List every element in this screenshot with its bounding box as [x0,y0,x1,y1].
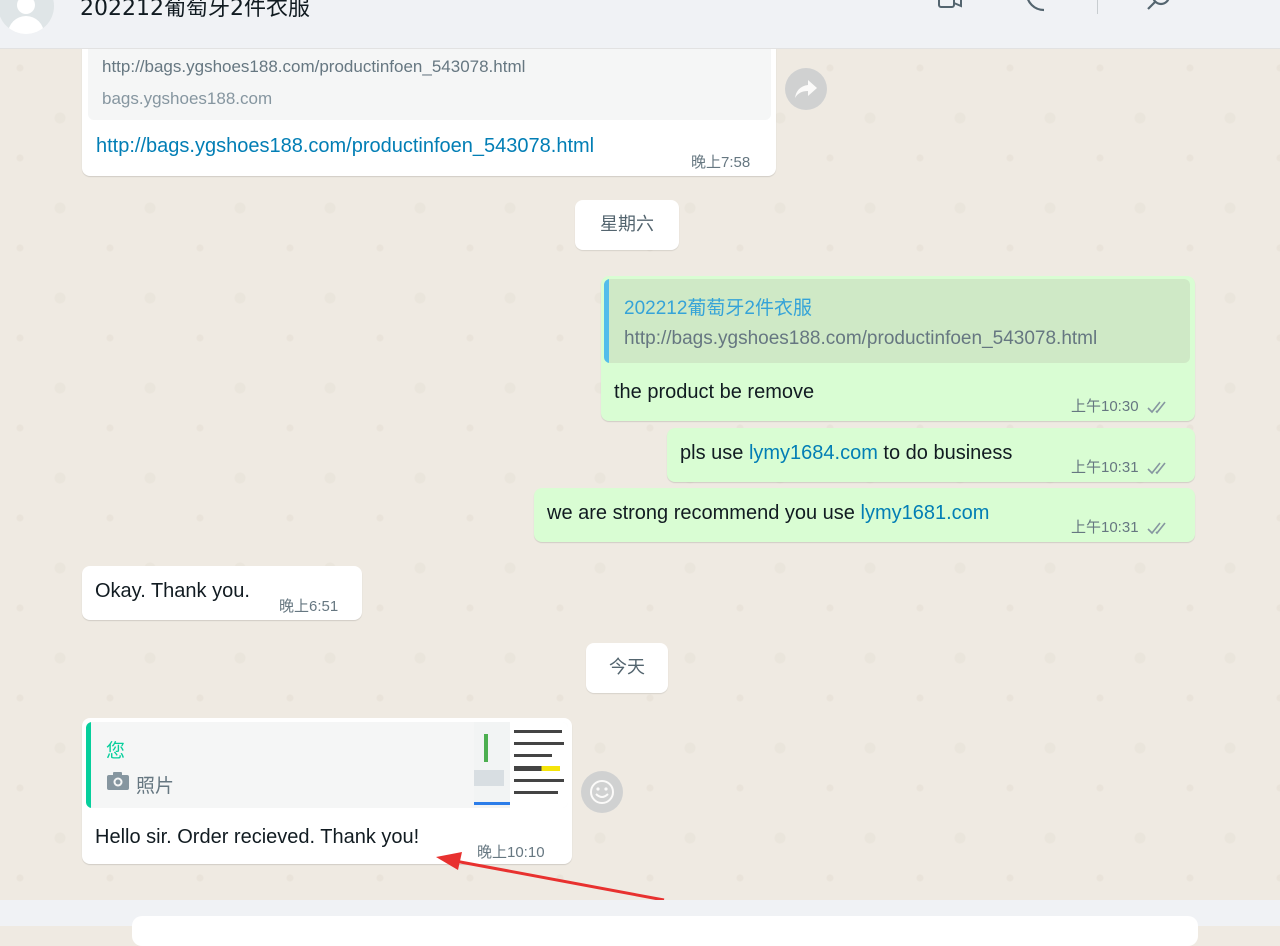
search-icon[interactable] [1146,0,1170,16]
message-input[interactable] [132,916,1198,946]
header-divider [1097,0,1098,14]
chat-header: 202212葡萄牙2件衣服 [0,0,1280,49]
compose-bar [0,900,1280,946]
voice-call-icon[interactable] [1024,0,1048,16]
annotation-arrow [436,852,665,902]
contact-avatar[interactable] [0,0,54,34]
chat-title[interactable]: 202212葡萄牙2件衣服 [80,0,310,22]
video-call-icon[interactable] [938,0,962,16]
menu-icon[interactable] [1228,0,1252,16]
